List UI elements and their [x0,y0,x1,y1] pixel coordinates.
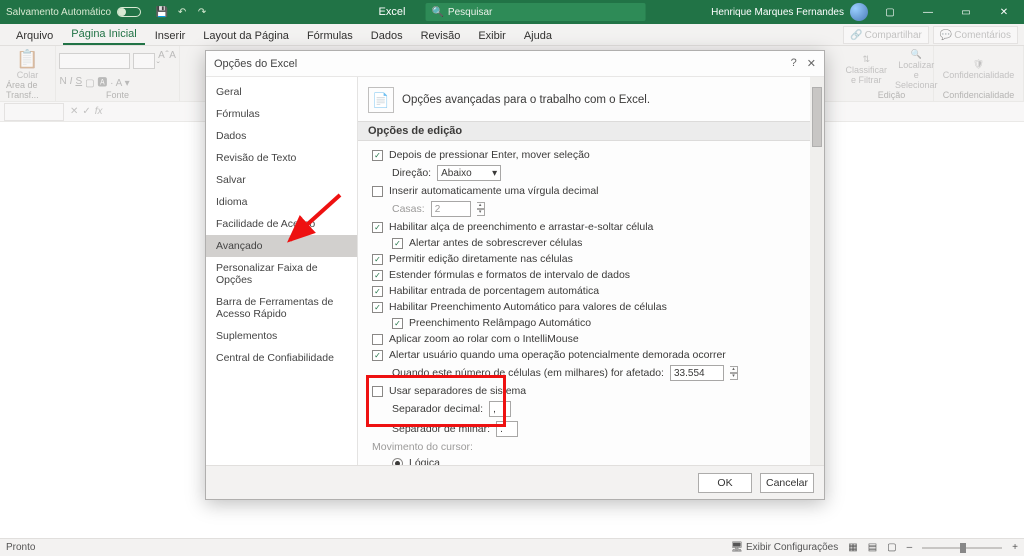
cb-autocomplete[interactable] [372,302,383,313]
confidentiality-icon[interactable]: 🛡 [943,59,1015,70]
app-name: Excel [379,6,406,18]
autosave-toggle[interactable] [117,7,141,17]
tab-arquivo[interactable]: Arquivo [8,27,61,45]
nav-acessibilidade[interactable]: Facilidade de Acesso [206,213,357,235]
redo-icon[interactable]: ↷ [195,5,209,19]
thousand-sep-input[interactable]: . [496,421,518,437]
tab-revisao[interactable]: Revisão [413,27,469,45]
ribbon-group-edit: ⇅Classificar e Filtrar 🔍Localizar e Sele… [850,46,934,101]
zoom-in-icon[interactable]: + [1012,542,1018,553]
tab-inserir[interactable]: Inserir [147,27,194,45]
tab-pagina-inicial[interactable]: Página Inicial [63,25,144,45]
minimize-icon[interactable]: — [912,0,944,24]
direction-select[interactable]: Abaixo ▾ [437,165,501,181]
tab-dados[interactable]: Dados [363,27,411,45]
name-box[interactable] [4,103,64,121]
options-dialog: Opções do Excel ? ✕ Geral Fórmulas Dados… [205,50,825,500]
dialog-heading: Opções avançadas para o trabalho com o E… [402,94,650,106]
nav-qat[interactable]: Barra de Ferramentas de Acesso Rápido [206,291,357,325]
tab-exibir[interactable]: Exibir [470,27,514,45]
maximize-icon[interactable]: ▭ [950,0,982,24]
nav-idioma[interactable]: Idioma [206,191,357,213]
nav-dados[interactable]: Dados [206,125,357,147]
display-settings-button[interactable]: 🖥 Exibir Configurações [730,542,838,553]
find-icon[interactable]: 🔍 [895,49,938,60]
cb-flash-fill[interactable] [392,318,403,329]
nav-revisao[interactable]: Revisão de Texto [206,147,357,169]
view-normal-icon[interactable]: ▦ [848,542,857,553]
view-pagebreak-icon[interactable]: ▢ [887,542,896,553]
avatar[interactable] [850,3,868,21]
cb-edit-in-cell[interactable] [372,254,383,265]
cb-enter-move[interactable] [372,150,383,161]
cancel-button[interactable]: Cancelar [760,473,814,493]
ribbon-tabs: Arquivo Página Inicial Inserir Layout da… [0,24,1024,46]
fx-icon[interactable]: fx [95,106,103,117]
dialog-titlebar: Opções do Excel ? ✕ [206,51,824,77]
close-icon[interactable]: ✕ [988,0,1020,24]
section-edit-options: Opções de edição [358,121,824,141]
comments-button[interactable]: 💬 Comentários [933,26,1018,44]
user-name: Henrique Marques Fernandes [711,7,844,18]
nav-suplementos[interactable]: Suplementos [206,325,357,347]
dialog-scrollbar[interactable] [810,77,824,465]
paste-icon[interactable]: 📋 [16,49,38,70]
cb-alert-longop[interactable] [372,350,383,361]
cb-percent-entry[interactable] [372,286,383,297]
chevron-down-icon: ▾ [492,168,497,179]
nav-geral[interactable]: Geral [206,81,357,103]
dialog-content: 📄 Opções avançadas para o trabalho com o… [358,77,824,465]
tab-formulas[interactable]: Fórmulas [299,27,361,45]
zoom-out-icon[interactable]: – [907,542,913,553]
cancel-fx-icon[interactable]: ✕ [70,106,78,117]
dialog-nav: Geral Fórmulas Dados Revisão de Texto Sa… [206,77,358,465]
nav-formulas[interactable]: Fórmulas [206,103,357,125]
cb-auto-decimal[interactable] [372,186,383,197]
cb-intellimouse[interactable] [372,334,383,345]
ribbon-group-font: A ̂ A ̌ N I S ▢ 🅰 · A ▾ Fonte [56,46,180,101]
cb-sys-separators[interactable] [372,386,383,397]
nav-trustcenter[interactable]: Central de Confiabilidade [206,347,357,369]
radio-logical[interactable] [392,458,403,466]
ok-button[interactable]: OK [698,473,752,493]
nav-personalizar[interactable]: Personalizar Faixa de Opções [206,257,357,291]
cell-count-input[interactable]: 33.554 [670,365,724,381]
casas-input[interactable]: 2 [431,201,471,217]
search-icon: 🔍 [431,7,443,18]
view-pagelayout-icon[interactable]: ▤ [868,542,877,553]
dialog-footer: OK Cancelar [206,465,824,499]
cb-extend-formats[interactable] [372,270,383,281]
autosave-label: Salvamento Automático [6,7,111,18]
save-icon[interactable]: 💾 [155,5,169,19]
zoom-slider[interactable] [922,547,1002,549]
dialog-title: Opções do Excel [214,58,297,70]
status-bar: Pronto 🖥 Exibir Configurações ▦ ▤ ▢ – + [0,538,1024,556]
nav-avancado[interactable]: Avançado [206,235,357,257]
tab-layout[interactable]: Layout da Página [195,27,297,45]
advanced-icon: 📄 [368,87,394,113]
tab-ajuda[interactable]: Ajuda [516,27,560,45]
undo-icon[interactable]: ↶ [175,5,189,19]
cb-warn-overwrite[interactable] [392,238,403,249]
cb-fill-handle[interactable] [372,222,383,233]
title-bar: Salvamento Automático 💾 ↶ ↷ Excel 🔍 Pesq… [0,0,1024,24]
search-placeholder: Pesquisar [448,7,492,18]
share-button[interactable]: 🔗 Compartilhar [843,26,929,44]
ribbon-group-clipboard: 📋Colar Área de Transf... [0,46,56,101]
ribbon-opts-icon[interactable]: ▢ [874,0,906,24]
decimal-sep-input[interactable]: , [489,401,511,417]
sort-icon[interactable]: ⇅ [845,54,887,65]
dialog-close-icon[interactable]: ✕ [807,57,816,70]
search-box[interactable]: 🔍 Pesquisar [425,3,645,21]
help-icon[interactable]: ? [791,57,797,70]
nav-salvar[interactable]: Salvar [206,169,357,191]
enter-fx-icon[interactable]: ✓ [82,106,90,117]
ribbon-group-confidentiality: 🛡Confidencialidade Confidencialidade [934,46,1024,101]
status-ready: Pronto [6,542,35,553]
